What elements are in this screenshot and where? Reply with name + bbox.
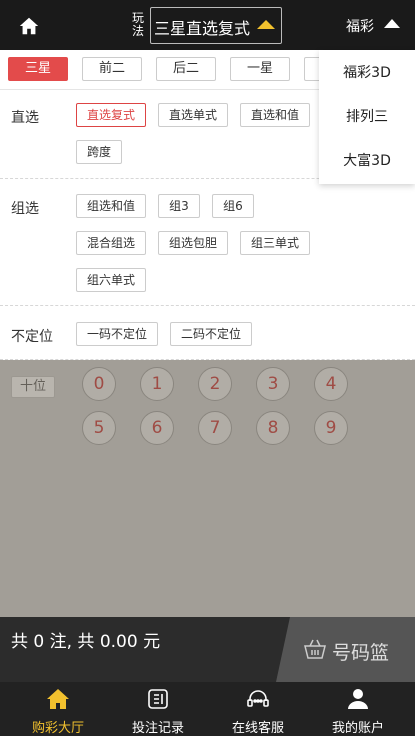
play-type-select[interactable]: 三星直选复式 xyxy=(150,7,282,44)
lottery-switch-button[interactable]: 福彩 xyxy=(346,16,400,36)
home-icon xyxy=(47,689,69,709)
tab-front-two[interactable]: 前二 xyxy=(82,57,142,81)
tab-three-star[interactable]: 三星 xyxy=(8,57,68,81)
basket-icon xyxy=(303,637,327,661)
section-group: 组选 组选和值 组3 组6 混合组选 组选包胆 组三单式 组六单式 xyxy=(0,179,415,306)
nav-label: 投注记录 xyxy=(131,721,184,736)
lottery-name: 福彩 xyxy=(346,19,374,35)
option-group-bile[interactable]: 组选包胆 xyxy=(158,231,228,255)
receipt-icon xyxy=(148,689,168,709)
option-direct-single[interactable]: 直选单式 xyxy=(158,103,228,127)
option-group3-single[interactable]: 组三单式 xyxy=(240,231,310,255)
option-group-3[interactable]: 组3 xyxy=(158,194,200,218)
tab-one-star[interactable]: 一星 xyxy=(230,57,290,81)
section-title: 直选 xyxy=(11,110,39,126)
option-group6-single[interactable]: 组六单式 xyxy=(76,268,146,292)
option-group-sum[interactable]: 组选和值 xyxy=(76,194,146,218)
top-bar: 玩 法 三星直选复式 福彩 xyxy=(0,0,415,50)
nav-label: 在线客服 xyxy=(231,721,284,736)
caret-up-icon xyxy=(257,20,275,29)
option-span[interactable]: 跨度 xyxy=(76,140,122,164)
section-unfixed: 不定位 一码不定位 二码不定位 xyxy=(0,306,415,360)
nav-label: 我的账户 xyxy=(331,721,384,736)
play-type-value: 三星直选复式 xyxy=(154,19,251,38)
option-mixed-group[interactable]: 混合组选 xyxy=(76,231,146,255)
tab-back-two[interactable]: 后二 xyxy=(156,57,216,81)
number-basket-button[interactable]: 号码篮 xyxy=(276,617,415,682)
lottery-dropdown-menu: 福彩3D 排列三 大富3D xyxy=(319,50,415,184)
basket-label: 号码篮 xyxy=(332,642,390,664)
menu-item-fucai-3d[interactable]: 福彩3D xyxy=(319,51,415,95)
option-one-code-unfixed[interactable]: 一码不定位 xyxy=(76,322,158,346)
nav-bet-records[interactable]: 投注记录 xyxy=(108,682,208,736)
option-group-6[interactable]: 组6 xyxy=(212,194,254,218)
option-direct-multiple[interactable]: 直选复式 xyxy=(76,103,146,127)
play-type-label: 玩 法 xyxy=(132,11,145,38)
menu-item-pailie-3[interactable]: 排列三 xyxy=(319,95,415,139)
headset-icon xyxy=(247,690,269,707)
option-two-code-unfixed[interactable]: 二码不定位 xyxy=(170,322,252,346)
nav-lottery-hall[interactable]: 购彩大厅 xyxy=(8,682,108,736)
section-title: 组选 xyxy=(11,201,39,217)
nav-my-account[interactable]: 我的账户 xyxy=(308,682,408,736)
bottom-nav: 购彩大厅 投注记录 在线客服 我的账户 xyxy=(0,682,415,736)
home-icon[interactable] xyxy=(18,15,40,37)
menu-item-dafu-3d[interactable]: 大富3D xyxy=(319,139,415,183)
user-icon xyxy=(348,689,368,709)
caret-up-icon xyxy=(384,19,400,28)
nav-label: 购彩大厅 xyxy=(31,721,84,736)
option-direct-sum[interactable]: 直选和值 xyxy=(240,103,310,127)
bet-summary-text: 共 0 注, 共 0.00 元 xyxy=(11,632,161,652)
overlay-dim[interactable] xyxy=(0,360,415,617)
nav-online-service[interactable]: 在线客服 xyxy=(208,682,308,736)
section-title: 不定位 xyxy=(11,329,53,345)
